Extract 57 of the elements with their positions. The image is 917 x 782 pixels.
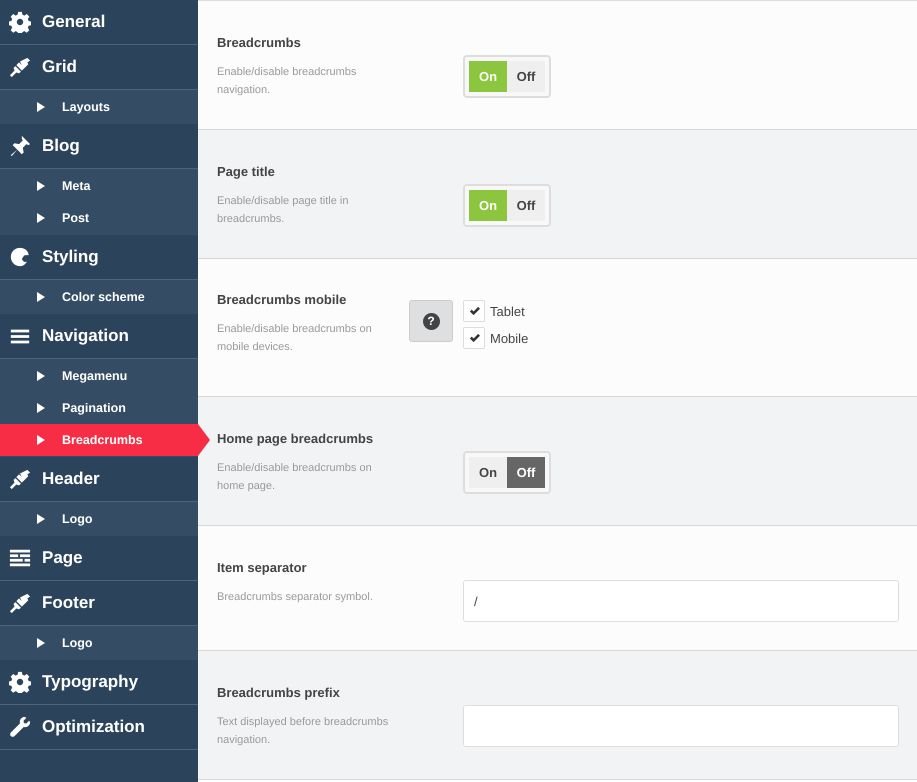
check-icon xyxy=(468,332,480,344)
sidebar-subitem[interactable]: Logo xyxy=(0,503,198,535)
sidebar-item[interactable]: General xyxy=(0,0,198,45)
caret-icon xyxy=(37,181,45,191)
setting-title: Home page breadcrumbs xyxy=(217,431,374,446)
sidebar-subitem[interactable]: Megamenu xyxy=(0,360,198,392)
sidebar-subitem[interactable]: Post xyxy=(0,202,198,234)
sidebar-subitem[interactable]: Layouts xyxy=(0,91,198,123)
sidebar-item[interactable]: Typography xyxy=(0,660,198,705)
checkbox[interactable] xyxy=(463,300,485,322)
setting-title: Breadcrumbs prefix xyxy=(217,685,341,700)
off-option[interactable]: Off xyxy=(507,457,545,488)
pointer-icon xyxy=(198,424,210,456)
wrench-icon xyxy=(9,716,31,738)
on-off-switch[interactable]: On Off xyxy=(463,451,551,494)
checkbox-label: Mobile xyxy=(490,330,528,346)
caret-icon xyxy=(37,403,45,413)
setting-title: Item separator xyxy=(217,560,308,575)
sidebar-subitem[interactable]: Meta xyxy=(0,170,198,202)
setting-description: Text displayed before breadcrumbs navigation. xyxy=(217,715,389,748)
setting-description: Breadcrumbs separator symbol. xyxy=(217,590,374,605)
gear-icon xyxy=(9,11,31,33)
sidebar-subitem[interactable]: Pagination xyxy=(0,392,198,424)
setting-description: Enable/disable page title in breadcrumbs. xyxy=(217,194,350,227)
sidebar-subitem[interactable]: Logo xyxy=(0,627,198,659)
setting-description: Enable/disable breadcrumbs on home page. xyxy=(217,461,373,494)
off-option[interactable]: Off xyxy=(507,61,545,92)
sidebar-subitem[interactable]: Color scheme xyxy=(0,281,198,313)
check-icon xyxy=(468,306,480,316)
text-field[interactable] xyxy=(463,705,899,747)
checkbox-label: Tablet xyxy=(490,304,525,318)
setting-description: Enable/disable breadcrumbs on mobile devices. xyxy=(217,322,373,355)
caret-icon xyxy=(37,213,45,223)
pushpin-icon xyxy=(9,135,31,157)
off-option[interactable]: Off xyxy=(507,190,545,221)
checkbox[interactable] xyxy=(463,327,485,349)
palette-icon xyxy=(9,246,31,268)
gear-icon xyxy=(9,671,31,693)
caret-icon xyxy=(37,435,45,445)
caret-icon xyxy=(37,371,45,381)
paintbrush-icon xyxy=(9,592,31,614)
caret-icon xyxy=(37,102,45,112)
text-field[interactable]: / xyxy=(463,580,899,622)
paintbrush-icon xyxy=(9,56,31,78)
caret-icon xyxy=(37,514,45,524)
paintbrush-icon xyxy=(9,468,31,490)
setting-title: Breadcrumbs mobile xyxy=(217,292,348,307)
caret-icon xyxy=(37,638,45,648)
on-off-switch[interactable]: On Off xyxy=(463,55,551,98)
on-off-switch[interactable]: On Off xyxy=(463,184,551,227)
on-option[interactable]: On xyxy=(469,457,507,488)
help-button[interactable]: ? xyxy=(409,300,453,342)
text-lines-icon xyxy=(9,547,31,569)
setting-title: Page title xyxy=(217,164,276,179)
setting-description: Enable/disable breadcrumbs navigation. xyxy=(217,65,358,98)
setting-title: Breadcrumbs xyxy=(217,35,302,50)
caret-icon xyxy=(37,292,45,302)
